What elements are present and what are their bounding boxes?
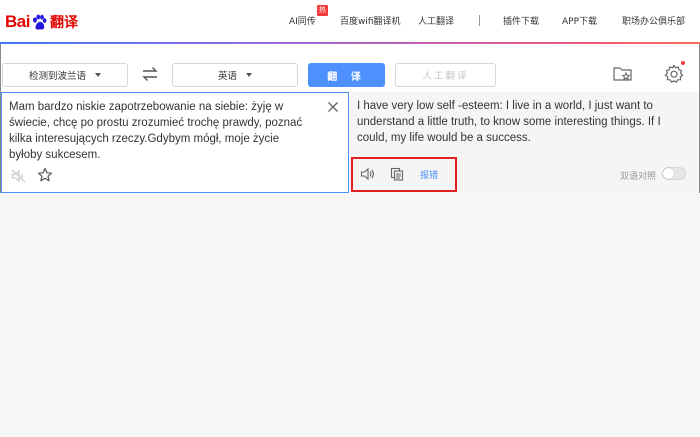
baidu-fanyi-logo[interactable]: Bai 翻译 bbox=[5, 10, 78, 34]
translate-button[interactable]: 翻 译 bbox=[308, 63, 385, 87]
chevron-down-icon bbox=[246, 73, 252, 77]
header: Bai 翻译 AI同传 热 百度wifi翻译机 人工翻译 插件下载 APP下载 … bbox=[0, 0, 700, 42]
translation-output: I have very low self -esteem: I live in … bbox=[357, 100, 661, 144]
folder-star-icon[interactable] bbox=[612, 65, 634, 83]
logo-bai-text: Bai bbox=[5, 12, 30, 31]
nav-app-download[interactable]: APP下载 bbox=[562, 14, 597, 30]
close-icon[interactable] bbox=[327, 101, 339, 113]
target-language-label: 英语 bbox=[217, 71, 237, 82]
source-textarea[interactable]: Mam bardzo niskie zapotrzebowanie na sie… bbox=[9, 99, 309, 163]
paw-icon bbox=[31, 14, 48, 31]
bilingual-toggle[interactable] bbox=[662, 167, 686, 180]
logo-fanyi-text: 翻译 bbox=[49, 15, 78, 31]
target-language-select[interactable]: 英语 bbox=[172, 63, 298, 87]
hot-badge: 热 bbox=[317, 5, 328, 16]
star-icon[interactable] bbox=[37, 167, 53, 183]
human-translate-button[interactable]: 人工翻译 bbox=[395, 63, 496, 87]
settings-gear-icon[interactable] bbox=[663, 63, 685, 85]
chevron-down-icon bbox=[95, 73, 101, 77]
speaker-muted-icon[interactable] bbox=[11, 169, 27, 183]
nav-human-translation[interactable]: 人工翻译 bbox=[418, 14, 454, 30]
source-language-select[interactable]: 检测到波兰语 bbox=[2, 63, 128, 87]
nav-divider bbox=[479, 15, 480, 26]
content-area bbox=[0, 193, 700, 437]
nav-ai-interpretation[interactable]: AI同传 bbox=[289, 14, 316, 30]
bilingual-toggle-label: 双语对照 bbox=[620, 172, 657, 182]
nav-wifi-translator[interactable]: 百度wifi翻译机 bbox=[340, 14, 401, 30]
nav-plugin-download[interactable]: 插件下载 bbox=[503, 14, 539, 30]
source-language-label: 检测到波兰语 bbox=[28, 71, 86, 82]
nav-office-club[interactable]: 职场办公俱乐部 bbox=[622, 14, 685, 30]
notification-dot bbox=[681, 61, 685, 65]
annotation-highlight-box bbox=[351, 157, 457, 192]
source-text-panel[interactable]: Mam bardzo niskie zapotrzebowanie na sie… bbox=[1, 92, 349, 193]
swap-icon[interactable] bbox=[140, 65, 160, 83]
toggle-knob bbox=[663, 168, 674, 179]
header-gradient-divider bbox=[0, 42, 700, 44]
